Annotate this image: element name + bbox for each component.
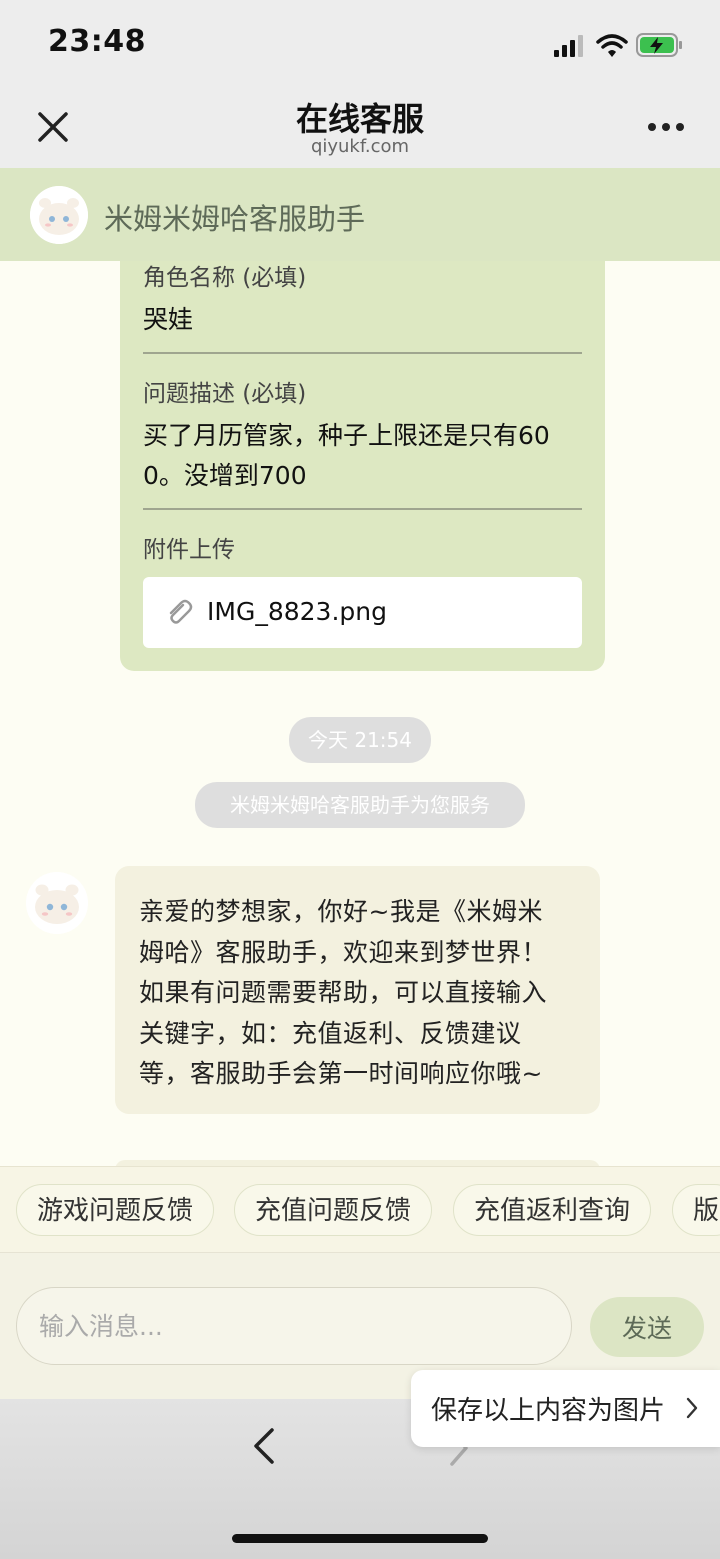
greeting-line: 关键字，如：充值返利、反馈建议 — [139, 1018, 522, 1048]
quick-reply-version[interactable]: 版 — [672, 1184, 720, 1236]
mascot-icon — [30, 186, 88, 244]
timestamp-pill: 今天 21:54 — [289, 717, 431, 763]
chat-header-name: 米姆米姆哈客服助手 — [104, 202, 366, 236]
attachment-filename[interactable]: IMG_8823.png — [207, 597, 387, 626]
issue-description-line: 买了月历管家，种子上限还是只有60 — [143, 421, 550, 450]
form-divider — [143, 508, 582, 510]
greeting-line: 如果有问题需要帮助，可以直接输入 — [139, 978, 548, 1007]
paperclip-icon — [169, 599, 193, 624]
signal-icon — [554, 35, 583, 57]
greeting-line: 等，客服助手会第一时间响应你哦~ — [139, 1059, 543, 1088]
attachment-label: 附件上传 — [143, 537, 235, 563]
status-icons — [554, 33, 682, 57]
bot-avatar — [26, 872, 88, 934]
chevron-right-icon — [686, 1397, 698, 1419]
issue-description-label: 问题描述 (必填) — [143, 381, 307, 407]
greeting-message-text: 亲爱的梦想家，你好~我是《米姆米 姆哈》客服助手，欢迎来到梦世界！ 如果有问题需… — [139, 892, 579, 1095]
more-options-icon[interactable] — [640, 110, 692, 144]
page-domain: qiyukf.com — [310, 136, 410, 157]
quick-reply-game-issue[interactable]: 游戏问题反馈 — [16, 1184, 215, 1236]
assistant-avatar — [30, 186, 88, 244]
back-arrow-icon[interactable] — [246, 1424, 282, 1468]
save-as-image-label[interactable]: 保存以上内容为图片 — [431, 1390, 665, 1427]
role-name-label: 角色名称 (必填) — [143, 265, 307, 291]
battery-charging-icon — [636, 33, 682, 57]
role-name-value: 哭娃 — [143, 305, 194, 334]
quick-reply-bar: 游戏问题反馈 充值问题反馈 充值返利查询 版 — [0, 1166, 720, 1253]
form-divider — [143, 352, 582, 354]
status-time: 23:48 — [48, 24, 146, 59]
send-button[interactable]: 发送 — [590, 1297, 704, 1357]
home-indicator — [232, 1534, 488, 1543]
mascot-icon — [26, 872, 88, 934]
message-input[interactable] — [16, 1287, 572, 1365]
greeting-line: 姆哈》客服助手，欢迎来到梦世界！ — [139, 937, 548, 967]
wifi-icon — [596, 34, 628, 57]
issue-description-line: 0。没增到700 — [143, 461, 307, 490]
quick-reply-recharge-issue[interactable]: 充值问题反馈 — [234, 1184, 433, 1236]
greeting-line: 亲爱的梦想家，你好~我是《米姆米 — [139, 897, 543, 926]
service-notice-pill: 米姆米姆哈客服助手为您服务 — [195, 782, 525, 828]
page-title: 在线客服 — [295, 100, 424, 138]
quick-reply-rebate-query[interactable]: 充值返利查询 — [453, 1184, 652, 1236]
